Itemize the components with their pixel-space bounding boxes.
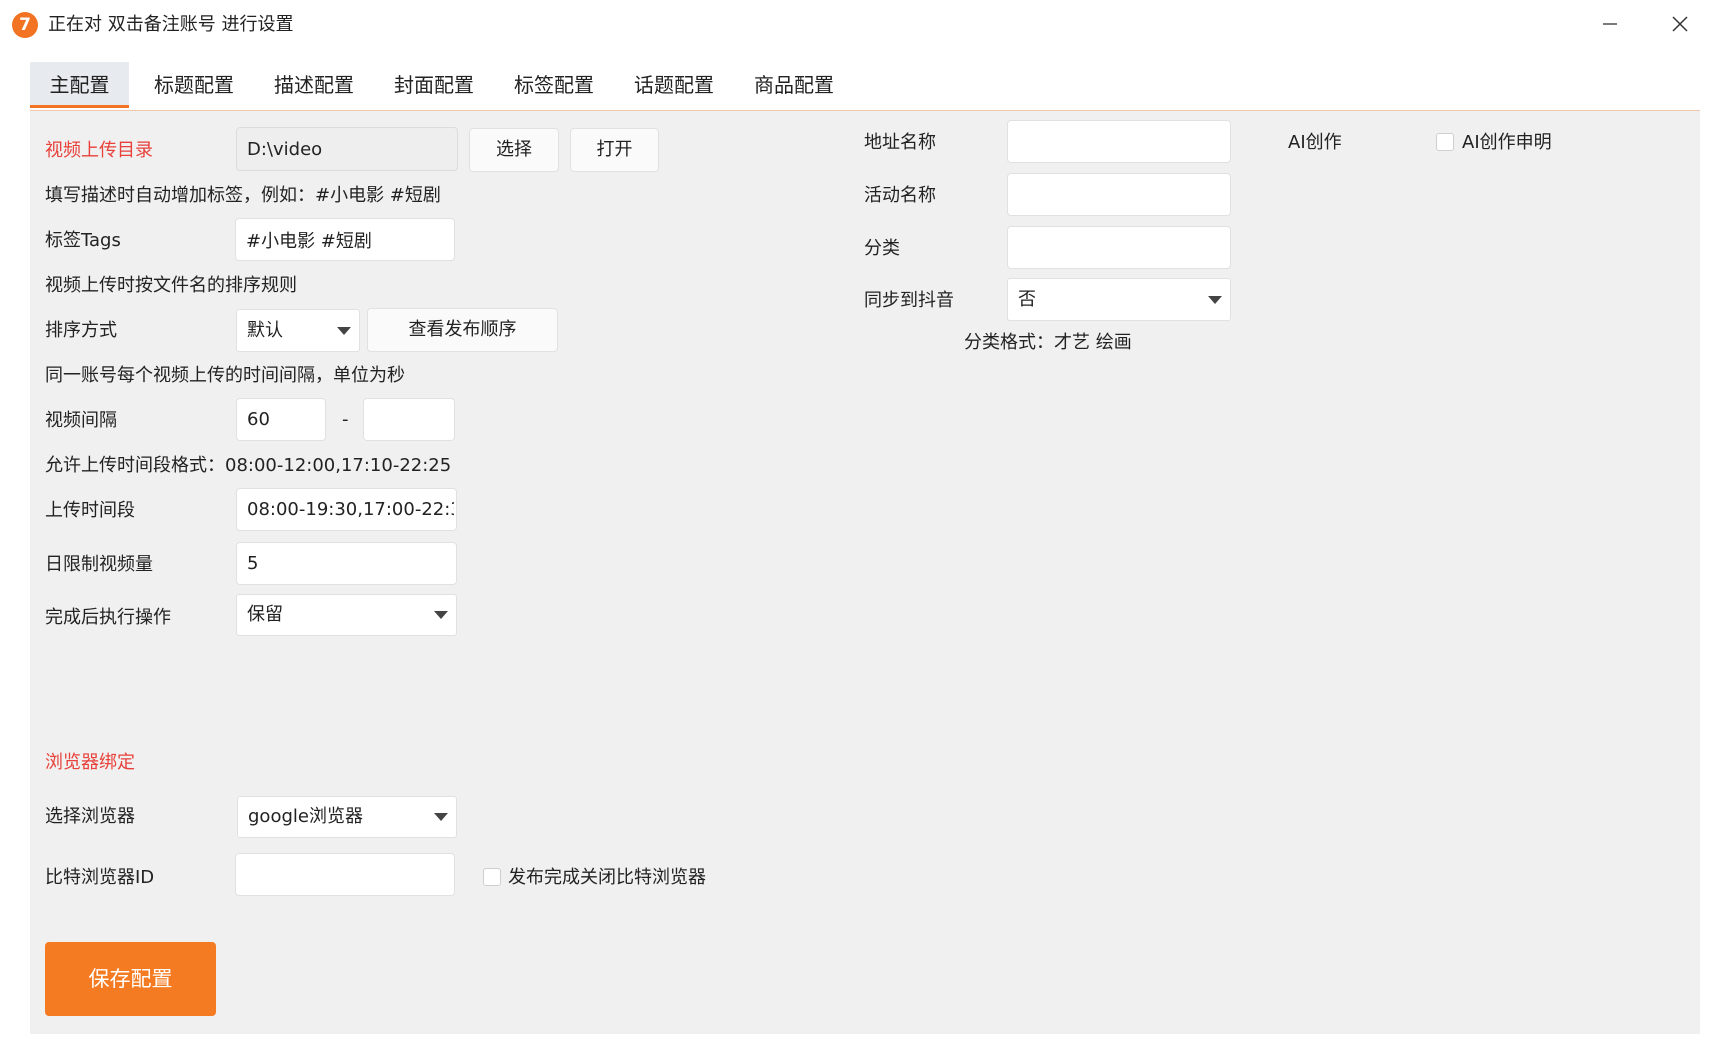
- minimize-button[interactable]: [1590, 8, 1630, 40]
- ai-declare-checkbox[interactable]: [1436, 133, 1454, 151]
- choose-dir-button[interactable]: 选择: [469, 128, 559, 172]
- after-action-select[interactable]: 保留: [236, 594, 457, 636]
- tab-description-config[interactable]: 描述配置: [259, 62, 369, 108]
- sort-select-value: 默认: [247, 320, 283, 341]
- time-hint-text: 允许上传时间段格式：08:00-12:00,17:10-22:25: [45, 455, 452, 476]
- close-icon: [1672, 16, 1688, 32]
- upload-dir-field[interactable]: [236, 127, 458, 171]
- category-input[interactable]: [1007, 226, 1231, 269]
- app-logo-icon: 7: [12, 12, 38, 38]
- browser-binding-section-label: 浏览器绑定: [45, 752, 135, 773]
- browser-select-label: 选择浏览器: [45, 806, 135, 827]
- tags-input[interactable]: [235, 218, 455, 261]
- bit-browser-id-label: 比特浏览器ID: [45, 867, 155, 888]
- save-config-button[interactable]: 保存配置: [45, 942, 216, 1016]
- sync-douyin-select-value: 否: [1018, 289, 1036, 310]
- tag-hint-text: 填写描述时自动增加标签，例如：#小电影 #短剧: [45, 185, 441, 206]
- address-name-input[interactable]: [1007, 120, 1231, 163]
- window-title: 正在对 双击备注账号 进行设置: [48, 14, 294, 35]
- ai-declare-label: AI创作申明: [1462, 132, 1552, 153]
- category-label: 分类: [864, 238, 900, 259]
- after-action-select-value: 保留: [247, 604, 283, 625]
- address-name-label: 地址名称: [864, 132, 936, 153]
- interval-separator: -: [342, 409, 349, 430]
- tab-title-config[interactable]: 标题配置: [139, 62, 249, 108]
- interval-label: 视频间隔: [45, 410, 117, 431]
- sort-hint-text: 视频上传时按文件名的排序规则: [45, 275, 297, 296]
- interval-min-input[interactable]: [236, 398, 326, 441]
- daily-limit-input[interactable]: [236, 542, 457, 585]
- sort-select[interactable]: 默认: [236, 309, 360, 352]
- browser-select-value: google浏览器: [248, 806, 363, 827]
- chevron-down-icon: [434, 813, 448, 821]
- open-dir-button[interactable]: 打开: [570, 128, 659, 172]
- view-publish-order-button[interactable]: 查看发布顺序: [367, 308, 558, 352]
- tab-tag-config[interactable]: 标签配置: [499, 62, 609, 108]
- chevron-down-icon: [337, 326, 351, 335]
- time-range-input[interactable]: [236, 488, 457, 531]
- browser-select[interactable]: google浏览器: [237, 796, 457, 838]
- close-bit-browser-checkbox[interactable]: [483, 868, 501, 886]
- tab-topic-config[interactable]: 话题配置: [619, 62, 729, 108]
- bit-browser-id-input[interactable]: [235, 853, 455, 896]
- daily-limit-label: 日限制视频量: [45, 554, 153, 575]
- time-range-label: 上传时间段: [45, 500, 135, 521]
- tab-main-config[interactable]: 主配置: [30, 62, 129, 108]
- sync-douyin-select[interactable]: 否: [1007, 278, 1231, 321]
- close-bit-browser-label: 发布完成关闭比特浏览器: [508, 867, 706, 888]
- activity-name-input[interactable]: [1007, 173, 1231, 216]
- interval-hint-text: 同一账号每个视频上传的时间间隔，单位为秒: [45, 365, 405, 386]
- minimize-icon: [1603, 23, 1617, 25]
- interval-max-input[interactable]: [363, 398, 455, 441]
- after-action-label: 完成后执行操作: [45, 607, 171, 628]
- tab-cover-config[interactable]: 封面配置: [379, 62, 489, 108]
- upload-dir-section-label: 视频上传目录: [45, 140, 153, 161]
- sort-label: 排序方式: [45, 320, 117, 341]
- close-button[interactable]: [1660, 8, 1700, 40]
- chevron-down-icon: [434, 611, 448, 619]
- tags-label: 标签Tags: [45, 230, 121, 251]
- chevron-down-icon: [1208, 295, 1222, 304]
- sync-douyin-label: 同步到抖音: [864, 290, 954, 311]
- tab-product-config[interactable]: 商品配置: [739, 62, 849, 108]
- category-format-hint: 分类格式：才艺 绘画: [964, 332, 1132, 353]
- activity-name-label: 活动名称: [864, 185, 936, 206]
- ai-creation-label: AI创作: [1288, 132, 1342, 153]
